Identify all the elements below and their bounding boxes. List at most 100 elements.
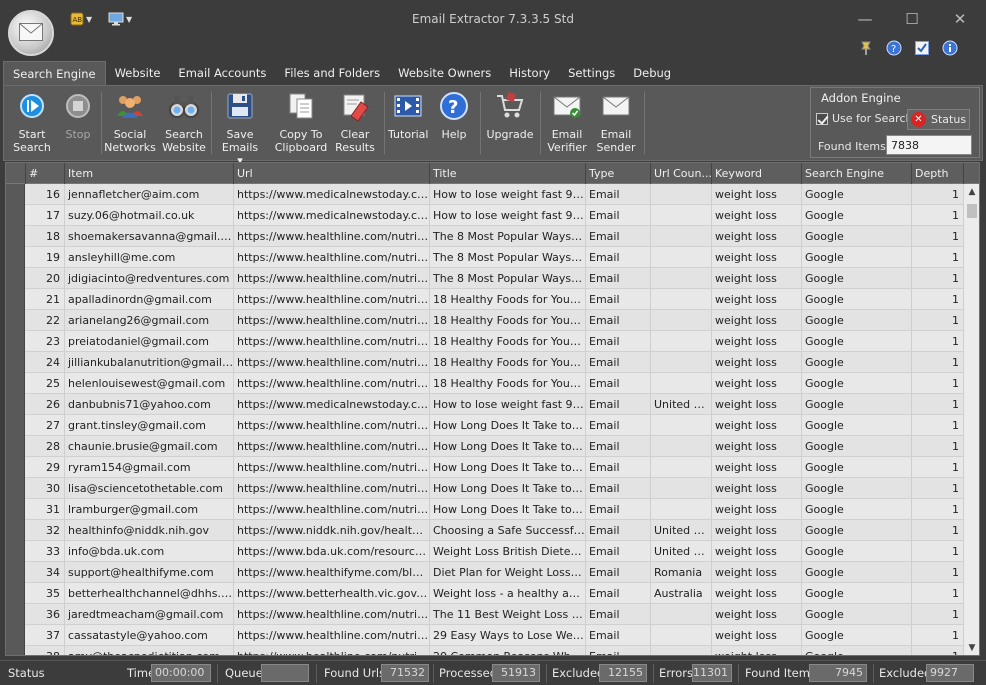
row-selector[interactable] bbox=[6, 562, 25, 583]
table-row[interactable]: 21 apalladinordn@gmail.com https://www.hea… bbox=[6, 289, 964, 310]
table-row[interactable]: 33 info@bda.uk.com https://www.bda.uk.com/… bbox=[6, 541, 964, 562]
email-verifier-button[interactable]: Email Verifier bbox=[546, 90, 588, 156]
tab-history[interactable]: History bbox=[500, 61, 559, 85]
column-header-search-engine[interactable]: Search Engine bbox=[802, 163, 912, 184]
table-row[interactable]: 22 arianelang26@gmail.com https://www.heal… bbox=[6, 310, 964, 331]
cell-keyword: weight loss bbox=[712, 394, 802, 415]
row-selector[interactable] bbox=[6, 541, 25, 562]
tab-website[interactable]: Website bbox=[106, 61, 170, 85]
column-header-keyword[interactable]: Keyword bbox=[712, 163, 802, 184]
stop-button[interactable]: Stop bbox=[58, 90, 98, 156]
table-row[interactable]: 28 chaunie.brusie@gmail.com https://www.he… bbox=[6, 436, 964, 457]
tab-settings[interactable]: Settings bbox=[559, 61, 624, 85]
row-selector[interactable] bbox=[6, 625, 25, 646]
table-row[interactable]: 23 preiatodaniel@gmail.com https://www.hea… bbox=[6, 331, 964, 352]
table-row[interactable]: 35 betterhealthchannel@dhhs.vic.... https:… bbox=[6, 583, 964, 604]
scroll-down-arrow[interactable]: ▼ bbox=[964, 640, 979, 655]
search-website-button[interactable]: Search Website bbox=[160, 90, 208, 156]
save-emails-button[interactable]: Save Emails ▾ bbox=[218, 90, 262, 167]
table-row[interactable]: 27 grant.tinsley@gmail.com https://www.hea… bbox=[6, 415, 964, 436]
column-header-url-country[interactable]: Url Coun... bbox=[651, 163, 712, 184]
tab-email-accounts[interactable]: Email Accounts bbox=[169, 61, 275, 85]
cell-title: How to lose weight fast 9 sci... bbox=[430, 184, 586, 205]
table-row[interactable]: 26 danbubnis71@yahoo.com https://www.medic… bbox=[6, 394, 964, 415]
info-icon[interactable] bbox=[942, 40, 958, 56]
row-selector[interactable] bbox=[6, 247, 25, 268]
column-header-type[interactable]: Type bbox=[586, 163, 651, 184]
row-selector[interactable] bbox=[6, 583, 25, 604]
checkbox-checked[interactable] bbox=[816, 112, 828, 125]
row-selector[interactable] bbox=[6, 289, 25, 310]
table-row[interactable]: 38amy@theacnedietitian.comhttps://www.he… bbox=[6, 646, 964, 655]
table-row[interactable]: 30 lisa@sciencetothetable.com https://www.… bbox=[6, 478, 964, 499]
row-selector[interactable] bbox=[6, 436, 25, 457]
row-selector[interactable] bbox=[6, 373, 25, 394]
row-selector-header[interactable] bbox=[6, 163, 26, 184]
copy-to-clipboard-button[interactable]: Copy To Clipboard bbox=[272, 90, 330, 156]
cell-index: 27 bbox=[26, 415, 65, 436]
row-selector[interactable] bbox=[6, 310, 25, 331]
help-button[interactable]: ? Help bbox=[436, 90, 472, 156]
row-selector[interactable] bbox=[6, 646, 25, 655]
table-row[interactable]: 25 helenlouisewest@gmail.com https://www.h… bbox=[6, 373, 964, 394]
row-selector[interactable] bbox=[6, 478, 25, 499]
social-networks-button[interactable]: Social Networks bbox=[104, 90, 156, 156]
column-header-url[interactable]: Url bbox=[234, 163, 430, 184]
close-button[interactable]: ✕ bbox=[945, 8, 975, 30]
row-selector[interactable] bbox=[6, 394, 25, 415]
column-header-depth[interactable]: Depth bbox=[912, 163, 964, 184]
email-sender-button[interactable]: Email Sender bbox=[594, 90, 638, 156]
scroll-up-arrow[interactable]: ▲ bbox=[964, 184, 979, 200]
addon-status-button[interactable]: ✕ Status bbox=[907, 109, 970, 130]
minimize-button[interactable]: — bbox=[850, 8, 880, 30]
vertical-scrollbar[interactable]: ▲ ▼ bbox=[964, 184, 979, 655]
clear-results-button[interactable]: Clear Results bbox=[332, 90, 378, 156]
column-header-index[interactable]: # bbox=[26, 163, 65, 184]
row-selector[interactable] bbox=[6, 520, 25, 541]
pin-icon[interactable] bbox=[858, 40, 874, 56]
table-row[interactable]: 16 jennafletcher@aim.com https://www.medic… bbox=[6, 184, 964, 205]
cell-depth: 1 bbox=[912, 205, 964, 226]
maximize-button[interactable]: ☐ bbox=[897, 8, 927, 30]
cell-depth: 1 bbox=[912, 247, 964, 268]
table-row[interactable]: 17 suzy.06@hotmail.co.uk https://www.medic… bbox=[6, 205, 964, 226]
row-selector[interactable] bbox=[6, 415, 25, 436]
column-header-title[interactable]: Title bbox=[430, 163, 586, 184]
table-row[interactable]: 37 cassatastyle@yahoo.com https://www.heal… bbox=[6, 625, 964, 646]
addon-found-items-field[interactable]: 7838 bbox=[886, 135, 972, 155]
scroll-thumb[interactable] bbox=[967, 204, 977, 218]
table-row[interactable]: 19 ansleyhill@me.com https://www.healthlin… bbox=[6, 247, 964, 268]
table-row[interactable]: 31 lramburger@gmail.com https://www.health… bbox=[6, 499, 964, 520]
cell-url-country bbox=[651, 205, 712, 226]
tutorial-button[interactable]: Tutorial bbox=[388, 90, 428, 156]
table-row[interactable]: 29 ryram154@gmail.com https://www.healthli… bbox=[6, 457, 964, 478]
cell-search-engine: Google bbox=[802, 499, 912, 520]
tab-debug[interactable]: Debug bbox=[624, 61, 680, 85]
row-selector[interactable] bbox=[6, 604, 25, 625]
checkbox-icon[interactable] bbox=[914, 40, 930, 56]
results-grid[interactable]: # Item Url Title Type Url Coun... Keywor… bbox=[5, 162, 980, 656]
row-selector[interactable] bbox=[6, 331, 25, 352]
tab-files-and-folders[interactable]: Files and Folders bbox=[275, 61, 389, 85]
row-selector[interactable] bbox=[6, 499, 25, 520]
upgrade-button[interactable]: Upgrade bbox=[486, 90, 534, 156]
row-selector[interactable] bbox=[6, 268, 25, 289]
table-row[interactable]: 18 shoemakersavanna@gmail.com https://www.… bbox=[6, 226, 964, 247]
row-selector[interactable] bbox=[6, 205, 25, 226]
column-header-item[interactable]: Item bbox=[65, 163, 234, 184]
row-selector[interactable] bbox=[6, 184, 25, 205]
row-selector[interactable] bbox=[6, 352, 25, 373]
use-for-search-checkbox[interactable]: Use for Search bbox=[816, 112, 912, 125]
row-selector[interactable] bbox=[6, 457, 25, 478]
cell-search-engine: Google bbox=[802, 331, 912, 352]
help-icon[interactable]: ? bbox=[886, 40, 902, 56]
tab-search-engine[interactable]: Search Engine bbox=[3, 61, 106, 85]
table-row[interactable]: 34 support@healthifyme.com https://www.hea… bbox=[6, 562, 964, 583]
start-search-button[interactable]: Start Search bbox=[8, 90, 56, 156]
table-row[interactable]: 20 jdigiacinto@redventures.com https://www… bbox=[6, 268, 964, 289]
row-selector[interactable] bbox=[6, 226, 25, 247]
table-row[interactable]: 24 jilliankubalanutrition@gmail.com https:… bbox=[6, 352, 964, 373]
table-row[interactable]: 36 jaredtmeacham@gmail.com https://www.hea… bbox=[6, 604, 964, 625]
tab-website-owners[interactable]: Website Owners bbox=[389, 61, 500, 85]
table-row[interactable]: 32 healthinfo@niddk.nih.gov https://www.ni… bbox=[6, 520, 964, 541]
